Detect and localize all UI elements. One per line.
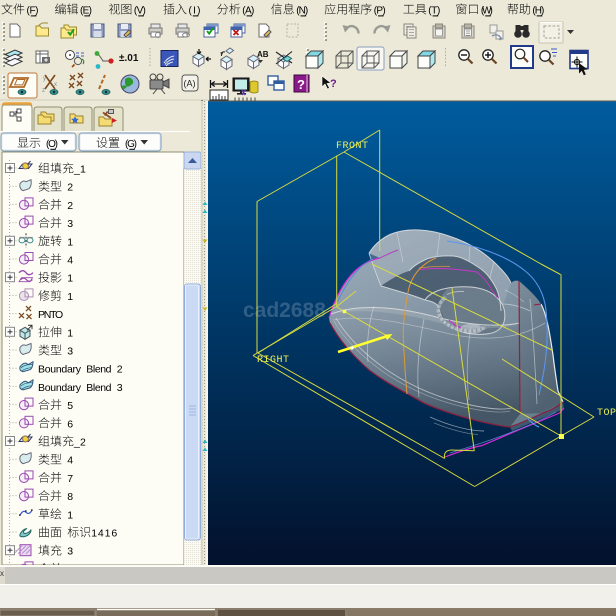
svg-text:2: 2 xyxy=(67,200,73,212)
svg-text:z: z xyxy=(42,88,45,94)
svg-text:(G): (G) xyxy=(125,139,137,150)
svg-text:FRONT: FRONT xyxy=(336,141,369,152)
svg-text:PNTO: PNTO xyxy=(38,309,63,321)
svg-text:TOP: TOP xyxy=(597,408,616,419)
svg-text:x: x xyxy=(0,569,4,578)
svg-text:(O): (O) xyxy=(46,139,58,150)
svg-text:Boundary: Boundary xyxy=(38,364,82,376)
svg-text:(F): (F) xyxy=(27,6,39,17)
svg-text:_2: _2 xyxy=(73,437,86,449)
svg-text:1: 1 xyxy=(67,291,73,303)
svg-text:7: 7 xyxy=(67,473,73,485)
svg-text:8: 8 xyxy=(67,491,73,503)
svg-text:3: 3 xyxy=(67,218,73,230)
svg-text:4: 4 xyxy=(67,255,73,267)
svg-text:2: 2 xyxy=(67,182,73,194)
svg-text:Blend: Blend xyxy=(86,364,111,376)
svg-text:(T): (T) xyxy=(428,6,440,17)
svg-text:Blend: Blend xyxy=(86,382,111,394)
svg-text:RIGHT: RIGHT xyxy=(257,355,290,366)
svg-text:6: 6 xyxy=(67,418,73,430)
svg-text:?: ? xyxy=(297,77,305,92)
svg-text:?: ? xyxy=(330,78,337,90)
svg-text:_1: _1 xyxy=(73,164,86,176)
svg-text:(A): (A) xyxy=(184,79,196,89)
svg-text:(V): (V) xyxy=(134,6,146,17)
svg-text:1: 1 xyxy=(67,509,73,521)
svg-text:2: 2 xyxy=(117,364,123,376)
svg-text:(E): (E) xyxy=(80,6,92,17)
svg-text:(H): (H) xyxy=(532,6,544,17)
svg-text:3: 3 xyxy=(67,346,73,358)
svg-text:(N): (N) xyxy=(296,6,308,17)
svg-text:1416: 1416 xyxy=(91,528,117,540)
svg-text:±.01: ±.01 xyxy=(119,53,139,64)
svg-text:Boundary: Boundary xyxy=(38,382,82,394)
svg-text:(I): (I) xyxy=(189,6,201,17)
svg-text:3: 3 xyxy=(117,382,123,394)
svg-text:(A): (A) xyxy=(242,6,254,17)
svg-text:5: 5 xyxy=(67,400,73,412)
svg-text:1: 1 xyxy=(67,327,73,339)
svg-text:1: 1 xyxy=(67,236,73,248)
svg-text:3: 3 xyxy=(67,546,73,558)
svg-text:4: 4 xyxy=(67,455,73,467)
svg-text:(W): (W) xyxy=(481,6,493,17)
svg-text:1: 1 xyxy=(67,273,73,285)
svg-text:AB: AB xyxy=(257,50,269,59)
svg-text:(P): (P) xyxy=(374,6,386,17)
